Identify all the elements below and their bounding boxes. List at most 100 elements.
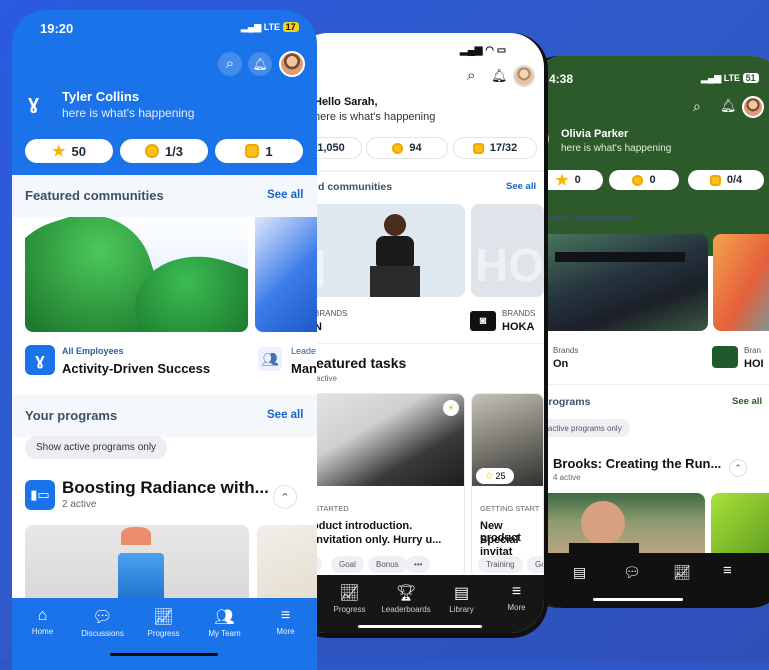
home-indicator	[593, 598, 683, 601]
hand	[121, 527, 151, 545]
star-icon: ★	[52, 142, 65, 160]
nav-library[interactable]: ▤Library	[434, 583, 489, 614]
program-title[interactable]: Brooks: Creating the Run...	[553, 456, 721, 471]
nav-more[interactable]: ≡More	[258, 607, 313, 636]
status-time: 19:20	[40, 21, 73, 36]
status-network: ▂▄▆ LTE 51	[701, 73, 759, 84]
runner-figure	[581, 501, 625, 545]
brand-category: BRANDS	[502, 309, 535, 318]
badge-icon	[473, 143, 484, 154]
check-coin-icon	[632, 175, 643, 186]
program-meta: 4 active	[553, 473, 581, 482]
nav-my-team[interactable]: 👥︎My Team	[197, 607, 252, 638]
featured-title: atured communities	[535, 212, 635, 224]
progress-icon: 📈︎	[322, 583, 377, 603]
community-category: Bran	[744, 346, 761, 355]
task-title: product introduction.	[301, 520, 412, 532]
collapse-button[interactable]: ⌃	[729, 459, 747, 477]
rating-badge: ☆25	[476, 468, 514, 484]
more-icon[interactable]: ≡	[723, 562, 732, 579]
task-card-2[interactable]: ☆25 GETTING START New product Special in…	[471, 393, 544, 579]
content-area: Featured communities See all ɣ All Emplo…	[12, 175, 317, 610]
task-subtitle: Special invitat	[480, 534, 543, 558]
progress-icon: 📈︎	[136, 607, 191, 627]
stat-badges[interactable]: 0/4	[688, 170, 764, 190]
brand-category: BRANDS	[314, 309, 347, 318]
trophy-icon: 🏆︎	[378, 583, 434, 603]
more-icon: ≡	[258, 607, 313, 625]
discussion-icon[interactable]: 💬︎	[623, 564, 641, 581]
phone-middle-screen: ▂▄▆ ◠ ▭ ⌕ 🔔︎ Hello Sarah, here is what's…	[292, 33, 544, 633]
greeting: here is what's happening	[314, 111, 435, 123]
athlete-head	[384, 214, 406, 236]
task-card-1[interactable]: ⚡︎ NG STARTED product introduction. al i…	[292, 393, 465, 579]
nav-discussions[interactable]: 💬︎Discussions	[75, 607, 130, 638]
bottom-nav: 📈︎Progress 🏆︎Leaderboards ▤Library ≡More	[292, 575, 544, 633]
task-image-1	[293, 394, 465, 486]
filter-chip[interactable]: Show active programs only	[25, 436, 167, 459]
search-icon[interactable]: ⌕	[693, 98, 701, 115]
stat-tasks[interactable]: 1/3	[120, 139, 208, 163]
stat-points[interactable]: ★50	[25, 139, 113, 163]
divider	[292, 170, 544, 172]
bell-icon[interactable]: 🔔︎	[491, 68, 508, 84]
community-name[interactable]: On	[553, 358, 568, 370]
bottom-nav: ⌂ ▤ 💬︎ 📈︎ ≡	[533, 553, 769, 608]
featured-title: Featured communities	[25, 188, 164, 203]
community-image-1[interactable]	[533, 234, 708, 331]
athlete-top	[376, 236, 414, 266]
avatar[interactable]	[742, 96, 764, 118]
bell-icon[interactable]: 🔔︎	[248, 52, 272, 76]
stat-badges[interactable]: 1	[215, 139, 303, 163]
discussion-icon: 💬︎	[75, 607, 130, 627]
stat-tasks[interactable]: 94	[366, 137, 448, 159]
nav-home[interactable]: ⌂Home	[15, 607, 70, 636]
task-tag: Goal	[331, 556, 364, 573]
divider	[292, 343, 544, 344]
search-icon[interactable]: ⌕	[218, 52, 242, 76]
community-name[interactable]: Man	[291, 361, 317, 376]
see-all-link[interactable]: See all	[732, 396, 762, 407]
community-image-1[interactable]	[25, 217, 248, 332]
task-tag: Goa	[527, 556, 544, 573]
progress-icon[interactable]: 📈︎	[673, 564, 691, 581]
more-tags-button[interactable]: •••	[406, 556, 430, 573]
see-all-link[interactable]: See all	[506, 181, 536, 192]
community-name[interactable]: HOI	[744, 358, 764, 370]
stat-badges[interactable]: 17/32	[453, 137, 537, 159]
bell-icon[interactable]: 🔔︎	[720, 98, 737, 114]
brand-name[interactable]: HOKA	[502, 321, 534, 333]
nav-more[interactable]: ≡More	[489, 583, 544, 612]
community-category: Brands	[553, 346, 578, 355]
nav-progress[interactable]: 📈︎Progress	[136, 607, 191, 638]
home-icon: ⌂	[15, 607, 70, 625]
community-logo-2	[712, 346, 738, 368]
home-indicator	[110, 653, 218, 656]
tasks-title: eatured tasks	[316, 355, 406, 371]
avatar[interactable]	[513, 65, 535, 87]
document-icon[interactable]: ▤	[573, 564, 586, 581]
community-image-2[interactable]: HOK	[471, 204, 544, 297]
see-all-link[interactable]: See all	[267, 409, 303, 421]
see-all-link[interactable]: See all	[267, 189, 303, 201]
search-icon[interactable]: ⌕	[467, 67, 475, 84]
collapse-button[interactable]: ⌃	[273, 485, 297, 509]
featured-title: d communities	[318, 181, 392, 193]
program-title[interactable]: Boosting Radiance with...	[62, 478, 269, 498]
community-image-1[interactable]: N	[292, 204, 465, 297]
check-coin-icon	[392, 143, 403, 154]
see-all-link[interactable]: See all	[732, 213, 762, 224]
community-logo-1: ɣ	[25, 345, 55, 375]
community-image-2[interactable]	[713, 234, 769, 331]
stat-tasks[interactable]: 0	[609, 170, 679, 190]
nav-leaderboards[interactable]: 🏆︎Leaderboards	[378, 583, 434, 614]
phone-middle: ▂▄▆ ◠ ▭ ⌕ 🔔︎ Hello Sarah, here is what's…	[292, 33, 548, 638]
community-image-2[interactable]	[255, 217, 317, 332]
community-name[interactable]: Activity-Driven Success	[62, 361, 210, 376]
divider	[533, 384, 769, 385]
task-tag: Training	[478, 556, 523, 573]
status-time: 4:38	[549, 72, 573, 86]
avatar[interactable]	[279, 51, 305, 77]
nav-progress[interactable]: 📈︎Progress	[322, 583, 377, 614]
home-indicator	[358, 625, 482, 628]
